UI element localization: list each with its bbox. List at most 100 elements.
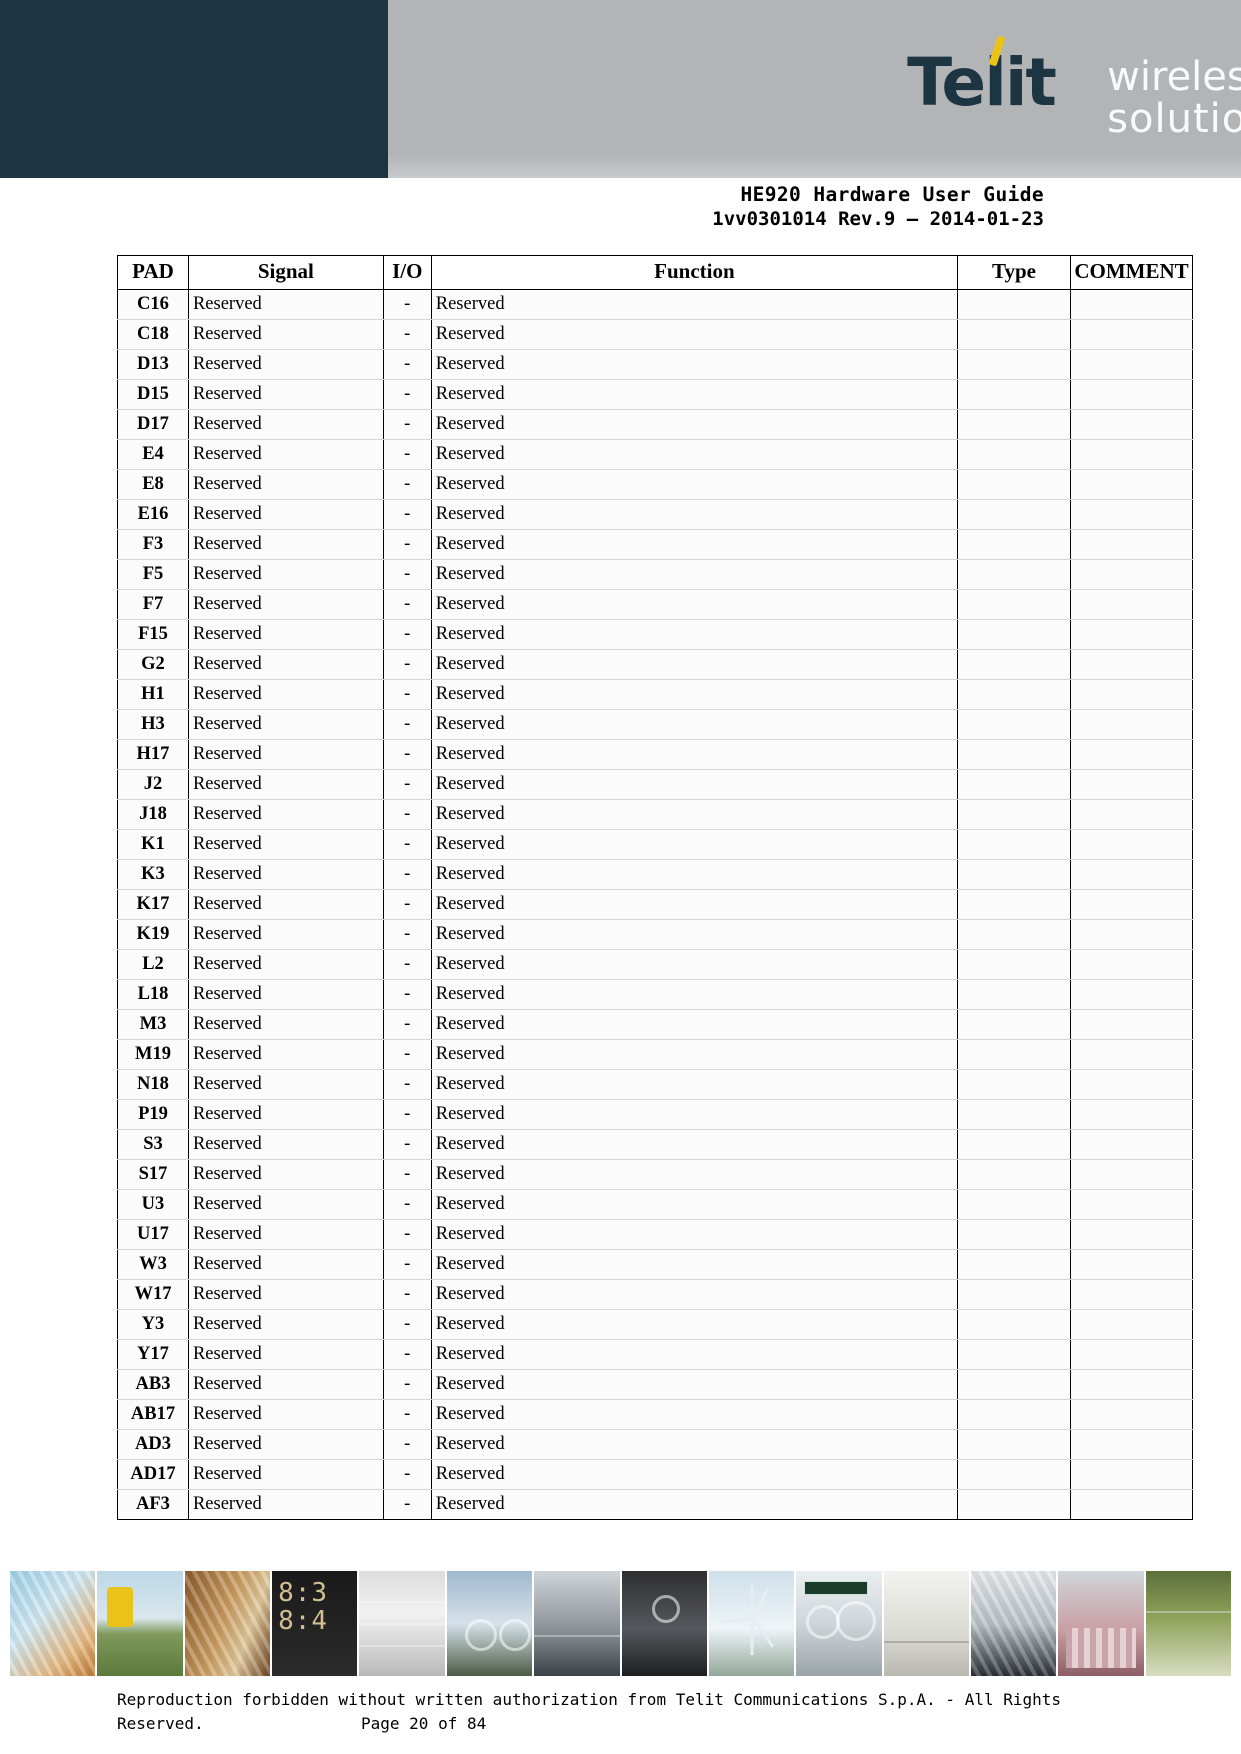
- cell-comment: [1069, 439, 1194, 470]
- cell-pad: H3: [117, 709, 189, 740]
- cell-pad: H1: [117, 679, 189, 710]
- footer-photo: [1058, 1571, 1144, 1676]
- cell-type: [957, 1279, 1071, 1310]
- cell-pad: AF3: [117, 1489, 189, 1520]
- cell-type: [957, 1129, 1071, 1160]
- cell-type: [957, 829, 1071, 860]
- table-row: M3 Reserved - Reserved: [117, 1009, 1194, 1040]
- cell-function: Reserved: [430, 949, 959, 980]
- cell-function: Reserved: [430, 889, 959, 920]
- cell-io: -: [382, 829, 432, 860]
- cell-io: -: [382, 1219, 432, 1250]
- cell-pad: U3: [117, 1189, 189, 1220]
- cell-io: -: [382, 649, 432, 680]
- cell-comment: [1069, 739, 1194, 770]
- cell-signal: Reserved: [187, 859, 384, 890]
- cell-comment: [1069, 379, 1194, 410]
- document-title-block: HE920 Hardware User Guide 1vv0301014 Rev…: [712, 182, 1044, 232]
- table-row: K17 Reserved - Reserved: [117, 889, 1194, 920]
- cell-type: [957, 919, 1071, 950]
- cell-io: -: [382, 709, 432, 740]
- cell-signal: Reserved: [187, 1009, 384, 1040]
- cell-comment: [1069, 1429, 1194, 1460]
- cell-comment: [1069, 1009, 1194, 1040]
- cell-pad: S3: [117, 1129, 189, 1160]
- cell-pad: K1: [117, 829, 189, 860]
- column-header-pad: PAD: [117, 255, 189, 290]
- cell-comment: [1069, 1339, 1194, 1370]
- table-row: W3 Reserved - Reserved: [117, 1249, 1194, 1280]
- header-dark-block: [0, 0, 388, 178]
- cell-type: [957, 1339, 1071, 1370]
- cell-function: Reserved: [430, 1339, 959, 1370]
- cell-comment: [1069, 1039, 1194, 1070]
- cell-comment: [1069, 859, 1194, 890]
- table-row: N18 Reserved - Reserved: [117, 1069, 1194, 1100]
- cell-comment: [1069, 679, 1194, 710]
- cell-type: [957, 679, 1071, 710]
- cell-signal: Reserved: [187, 1219, 384, 1250]
- cell-pad: C16: [117, 289, 189, 320]
- cell-type: [957, 769, 1071, 800]
- column-header-function: Function: [430, 255, 959, 290]
- cell-comment: [1069, 649, 1194, 680]
- logo-wordmark: Telit: [907, 44, 1057, 121]
- table-row: P19 Reserved - Reserved: [117, 1099, 1194, 1130]
- table-row: U17 Reserved - Reserved: [117, 1219, 1194, 1250]
- cell-type: [957, 439, 1071, 470]
- cell-function: Reserved: [430, 1249, 959, 1280]
- cell-signal: Reserved: [187, 589, 384, 620]
- cell-pad: F15: [117, 619, 189, 650]
- cell-signal: Reserved: [187, 679, 384, 710]
- table-row: Y3 Reserved - Reserved: [117, 1309, 1194, 1340]
- table-row: L2 Reserved - Reserved: [117, 949, 1194, 980]
- page-header: Telit wireless solutions: [0, 0, 1241, 178]
- cell-io: -: [382, 889, 432, 920]
- table-row: D15 Reserved - Reserved: [117, 379, 1194, 410]
- cell-comment: [1069, 1279, 1194, 1310]
- table-row: W17 Reserved - Reserved: [117, 1279, 1194, 1310]
- cell-signal: Reserved: [187, 379, 384, 410]
- cell-io: -: [382, 1489, 432, 1520]
- footer-page-number: Page 20 of 84: [361, 1714, 487, 1733]
- cell-comment: [1069, 469, 1194, 500]
- cell-comment: [1069, 949, 1194, 980]
- cell-type: [957, 1009, 1071, 1040]
- cell-type: [957, 619, 1071, 650]
- cell-signal: Reserved: [187, 919, 384, 950]
- table-row: G2 Reserved - Reserved: [117, 649, 1194, 680]
- telit-logo: Telit wireless solutions: [907, 35, 1241, 140]
- cell-function: Reserved: [430, 1159, 959, 1190]
- cell-signal: Reserved: [187, 769, 384, 800]
- table-row: K3 Reserved - Reserved: [117, 859, 1194, 890]
- cell-type: [957, 499, 1071, 530]
- cell-comment: [1069, 529, 1194, 560]
- cell-io: -: [382, 289, 432, 320]
- cell-comment: [1069, 619, 1194, 650]
- cell-type: [957, 1489, 1071, 1520]
- cell-comment: [1069, 1189, 1194, 1220]
- cell-function: Reserved: [430, 799, 959, 830]
- cell-type: [957, 349, 1071, 380]
- cell-function: Reserved: [430, 1399, 959, 1430]
- cell-function: Reserved: [430, 1309, 959, 1340]
- cell-io: -: [382, 1429, 432, 1460]
- cell-io: -: [382, 559, 432, 590]
- cell-signal: Reserved: [187, 1429, 384, 1460]
- cell-comment: [1069, 319, 1194, 350]
- cell-function: Reserved: [430, 469, 959, 500]
- cell-pad: D17: [117, 409, 189, 440]
- cell-io: -: [382, 409, 432, 440]
- cell-signal: Reserved: [187, 1069, 384, 1100]
- cell-pad: P19: [117, 1099, 189, 1130]
- cell-type: [957, 379, 1071, 410]
- cell-comment: [1069, 1459, 1194, 1490]
- cell-signal: Reserved: [187, 889, 384, 920]
- cell-comment: [1069, 1069, 1194, 1100]
- table-row: S3 Reserved - Reserved: [117, 1129, 1194, 1160]
- cell-io: -: [382, 859, 432, 890]
- table-row: AF3 Reserved - Reserved: [117, 1489, 1194, 1520]
- table-row: AB3 Reserved - Reserved: [117, 1369, 1194, 1400]
- cell-pad: J2: [117, 769, 189, 800]
- cell-function: Reserved: [430, 379, 959, 410]
